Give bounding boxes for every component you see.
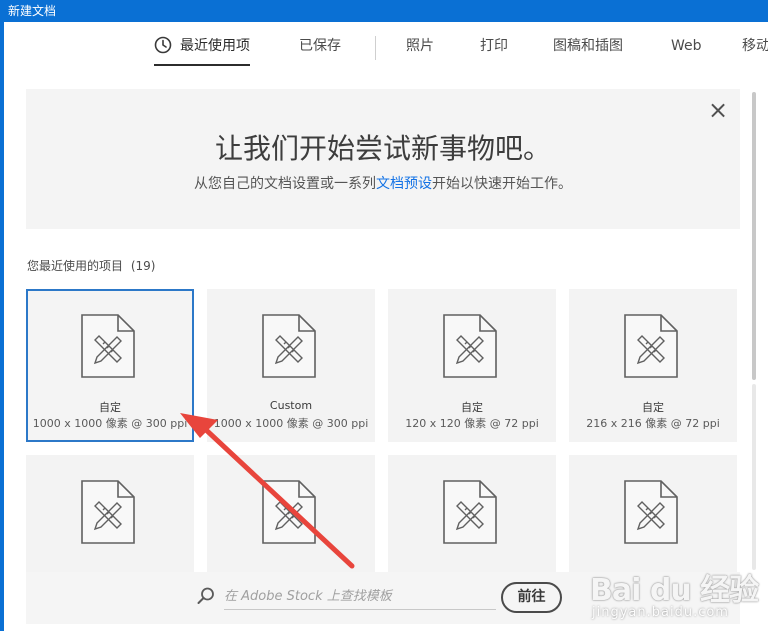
recent-label: 您最近使用的项目 <box>27 259 124 273</box>
watermark-url: jingyan.baidu.com <box>592 605 729 620</box>
preset-name: Custom <box>269 399 313 412</box>
document-icon <box>262 314 316 378</box>
document-icon <box>624 480 678 544</box>
banner-subtitle-before: 从您自己的文档设置或一系列 <box>194 176 376 192</box>
document-icon <box>81 480 135 544</box>
preset-size: 120 x 120 像素 @ 72 ppi <box>405 417 539 430</box>
document-icon <box>443 480 497 544</box>
go-button[interactable]: 前往 <box>501 582 562 613</box>
document-icon <box>443 314 497 378</box>
banner-title: 让我们开始尝试新事物吧。 <box>214 132 551 165</box>
preset-tile[interactable]: 自定 120 x 120 像素 @ 72 ppi <box>388 289 556 442</box>
recent-section-label: 您最近使用的项目 (19) <box>27 257 155 274</box>
document-icon <box>81 314 135 378</box>
preset-tile[interactable]: 自定 1000 x 1000 像素 @ 300 ppi <box>26 289 194 442</box>
close-icon[interactable]: × <box>707 98 729 122</box>
tab-web[interactable]: Web <box>671 22 702 70</box>
preset-name: 自定 <box>642 401 664 414</box>
tab-photo[interactable]: 照片 <box>406 22 434 70</box>
scrollbar-thumb[interactable] <box>752 92 756 380</box>
preset-tile[interactable]: Custom 1000 x 1000 像素 @ 300 ppi <box>207 289 375 442</box>
stock-search-input[interactable] <box>224 584 496 610</box>
tab-saved[interactable]: 已保存 <box>299 22 341 70</box>
preset-size: 1000 x 1000 像素 @ 300 ppi <box>32 417 188 430</box>
search-icon <box>197 587 214 604</box>
recent-count: (19) <box>130 259 156 273</box>
tab-recent[interactable]: 最近使用项 <box>154 22 250 70</box>
banner-subtitle: 从您自己的文档设置或一系列文档预设开始以快速开始工作。 <box>26 173 740 193</box>
tab-divider <box>375 36 376 60</box>
scrollbar-track[interactable] <box>752 384 756 570</box>
document-icon <box>624 314 678 378</box>
tab-saved-label: 已保存 <box>299 38 341 54</box>
preset-size: 216 x 216 像素 @ 72 ppi <box>586 417 720 430</box>
category-tabs: 最近使用项 已保存 照片 打印 图稿和插图 Web 移动 <box>4 22 768 70</box>
baidu-watermark: Bai du 经验 jingyan.baidu.com <box>590 563 768 631</box>
vertical-scrollbar[interactable] <box>749 84 759 570</box>
document-presets-link[interactable]: 文档预设 <box>376 176 432 192</box>
tab-web-label: Web <box>671 38 702 54</box>
watermark-logo: Bai du 经验 <box>590 573 759 608</box>
preset-size: 1000 x 1000 像素 @ 300 ppi <box>213 417 369 430</box>
preset-name: 自定 <box>461 401 483 414</box>
tab-art-illustration[interactable]: 图稿和插图 <box>553 22 623 70</box>
window-frame <box>0 22 4 631</box>
banner-subtitle-after: 开始以快速开始工作。 <box>432 176 572 192</box>
tab-print[interactable]: 打印 <box>480 22 508 70</box>
tab-art-illustration-label: 图稿和插图 <box>553 38 623 54</box>
tab-mobile[interactable]: 移动 <box>742 22 768 70</box>
tab-print-label: 打印 <box>480 38 508 54</box>
window-titlebar: 新建文档 <box>0 0 768 22</box>
preset-tile[interactable]: 自定 216 x 216 像素 @ 72 ppi <box>569 289 737 442</box>
tab-recent-label: 最近使用项 <box>180 38 250 54</box>
document-icon <box>262 480 316 544</box>
tab-mobile-label: 移动 <box>742 38 768 54</box>
tab-photo-label: 照片 <box>406 38 434 54</box>
clock-icon <box>154 36 172 54</box>
window-title: 新建文档 <box>8 4 57 18</box>
preset-name: 自定 <box>99 401 121 414</box>
welcome-banner: × 让我们开始尝试新事物吧。 从您自己的文档设置或一系列文档预设开始以快速开始工… <box>26 89 740 229</box>
